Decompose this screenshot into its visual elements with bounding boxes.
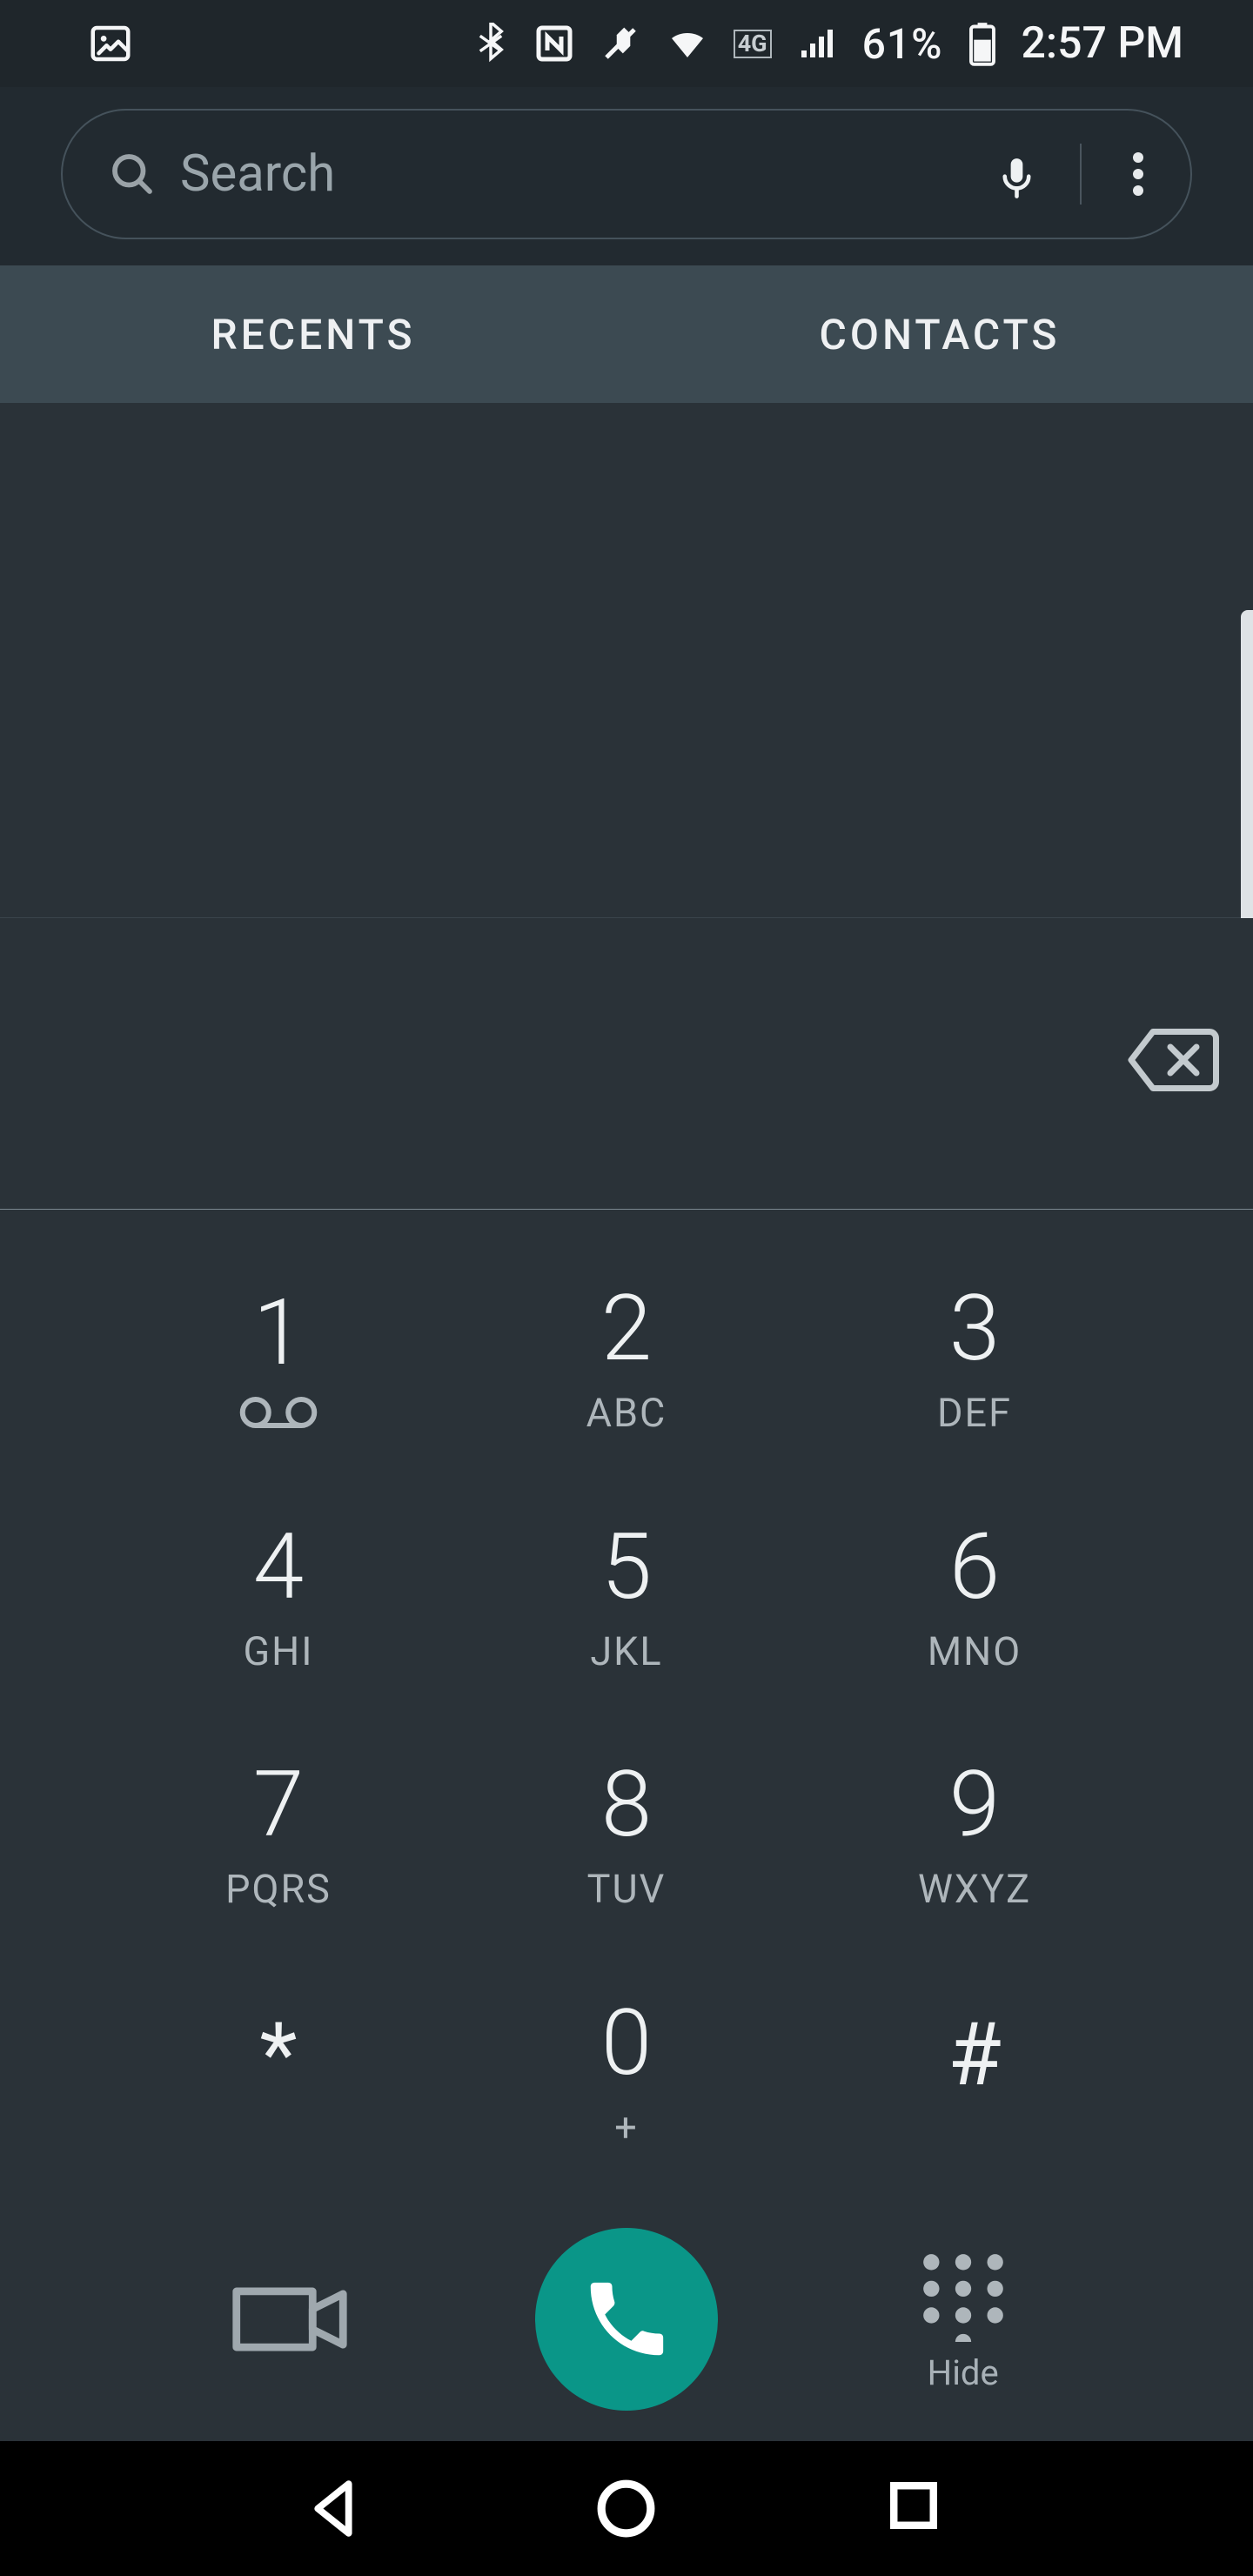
- key-letters: [272, 2103, 284, 2149]
- image-notification-icon: [87, 20, 134, 67]
- voice-search-button[interactable]: [993, 148, 1045, 200]
- nav-recent-button[interactable]: [880, 2472, 954, 2546]
- clock-time: 2:57 PM: [1022, 18, 1184, 69]
- key-digit: 0: [601, 1997, 652, 2089]
- hide-dialpad-button[interactable]: Hide: [794, 2246, 1131, 2393]
- signal-icon: [796, 23, 838, 64]
- vibrate-mute-icon: [600, 23, 641, 64]
- search-icon: [106, 148, 158, 200]
- key-letters: [968, 2103, 980, 2149]
- dialer-actions: Hide: [0, 2224, 1253, 2432]
- nav-back-button[interactable]: [299, 2472, 373, 2546]
- dialpad-key-9[interactable]: 9 WXYZ: [801, 1721, 1149, 1951]
- dialpad-dots-icon: [915, 2246, 1011, 2342]
- dialpad-key-star[interactable]: *: [104, 1959, 452, 2189]
- video-call-button[interactable]: [122, 2276, 459, 2363]
- key-digit: 9: [949, 1759, 1000, 1850]
- key-digit: 1: [253, 1287, 304, 1379]
- hide-label: Hide: [928, 2352, 999, 2393]
- battery-percent: 61%: [862, 19, 943, 69]
- key-letters: PQRS: [225, 1866, 332, 1912]
- key-digit: 6: [949, 1521, 1000, 1613]
- status-bar: 4G 61% 2:57 PM: [0, 0, 1253, 87]
- key-digit: 8: [601, 1759, 652, 1850]
- key-digit: *: [259, 2012, 297, 2099]
- search-field[interactable]: Search: [61, 109, 1192, 239]
- nfc-icon: [533, 23, 575, 64]
- key-digit: 7: [253, 1759, 304, 1850]
- key-digit: 4: [253, 1521, 304, 1613]
- tab-recents[interactable]: RECENTS: [0, 265, 626, 403]
- dialpad-key-6[interactable]: 6 MNO: [801, 1483, 1149, 1713]
- dialpad: 1 2 ABC 3 DEF 4 GHI 5 JKL 6 MNO 7 PQRS: [0, 1210, 1253, 2224]
- android-nav-bar: [0, 2441, 1253, 2576]
- tab-contacts[interactable]: CONTACTS: [626, 265, 1253, 403]
- key-letters: TUV: [587, 1866, 667, 1912]
- tab-label: RECENTS: [211, 310, 415, 359]
- dialpad-key-pound[interactable]: #: [801, 1959, 1149, 2189]
- dialpad-key-1[interactable]: 1: [104, 1244, 452, 1474]
- key-letters: JKL: [590, 1628, 662, 1674]
- nav-home-button[interactable]: [589, 2472, 663, 2546]
- key-digit: #: [948, 2012, 1002, 2099]
- dialpad-key-7[interactable]: 7 PQRS: [104, 1721, 452, 1951]
- key-digit: 3: [949, 1283, 1000, 1374]
- voicemail-icon: [239, 1394, 318, 1431]
- key-letters: WXYZ: [918, 1866, 1031, 1912]
- key-letters: +: [614, 2104, 639, 2150]
- number-entry: [0, 918, 1253, 1210]
- separator: [1080, 144, 1082, 205]
- more-options-button[interactable]: [1116, 148, 1160, 200]
- key-digit: 5: [601, 1521, 652, 1613]
- bluetooth-icon: [472, 23, 509, 64]
- call-button[interactable]: [459, 2228, 795, 2411]
- call-fab[interactable]: [535, 2228, 718, 2411]
- tab-bar: RECENTS CONTACTS: [0, 265, 1253, 405]
- dialpad-key-2[interactable]: 2 ABC: [452, 1244, 801, 1474]
- recents-list[interactable]: [0, 405, 1253, 918]
- key-letters: DEF: [937, 1390, 1012, 1436]
- key-letters: GHI: [244, 1628, 314, 1674]
- dialpad-key-8[interactable]: 8 TUV: [452, 1721, 801, 1951]
- dialpad-key-0[interactable]: 0 +: [452, 1959, 801, 2189]
- network-type-label: 4G: [734, 30, 772, 58]
- key-digit: 2: [601, 1283, 652, 1374]
- wifi-icon: [666, 23, 709, 64]
- tab-label: CONTACTS: [820, 310, 1061, 359]
- dialpad-key-5[interactable]: 5 JKL: [452, 1483, 801, 1713]
- search-bar-container: Search: [0, 87, 1253, 265]
- key-letters: ABC: [586, 1390, 667, 1436]
- search-placeholder: Search: [180, 144, 993, 204]
- backspace-button[interactable]: [1127, 1023, 1223, 1097]
- key-letters: MNO: [928, 1628, 1022, 1674]
- dialpad-key-4[interactable]: 4 GHI: [104, 1483, 452, 1713]
- dialpad-key-3[interactable]: 3 DEF: [801, 1244, 1149, 1474]
- battery-icon: [968, 21, 997, 66]
